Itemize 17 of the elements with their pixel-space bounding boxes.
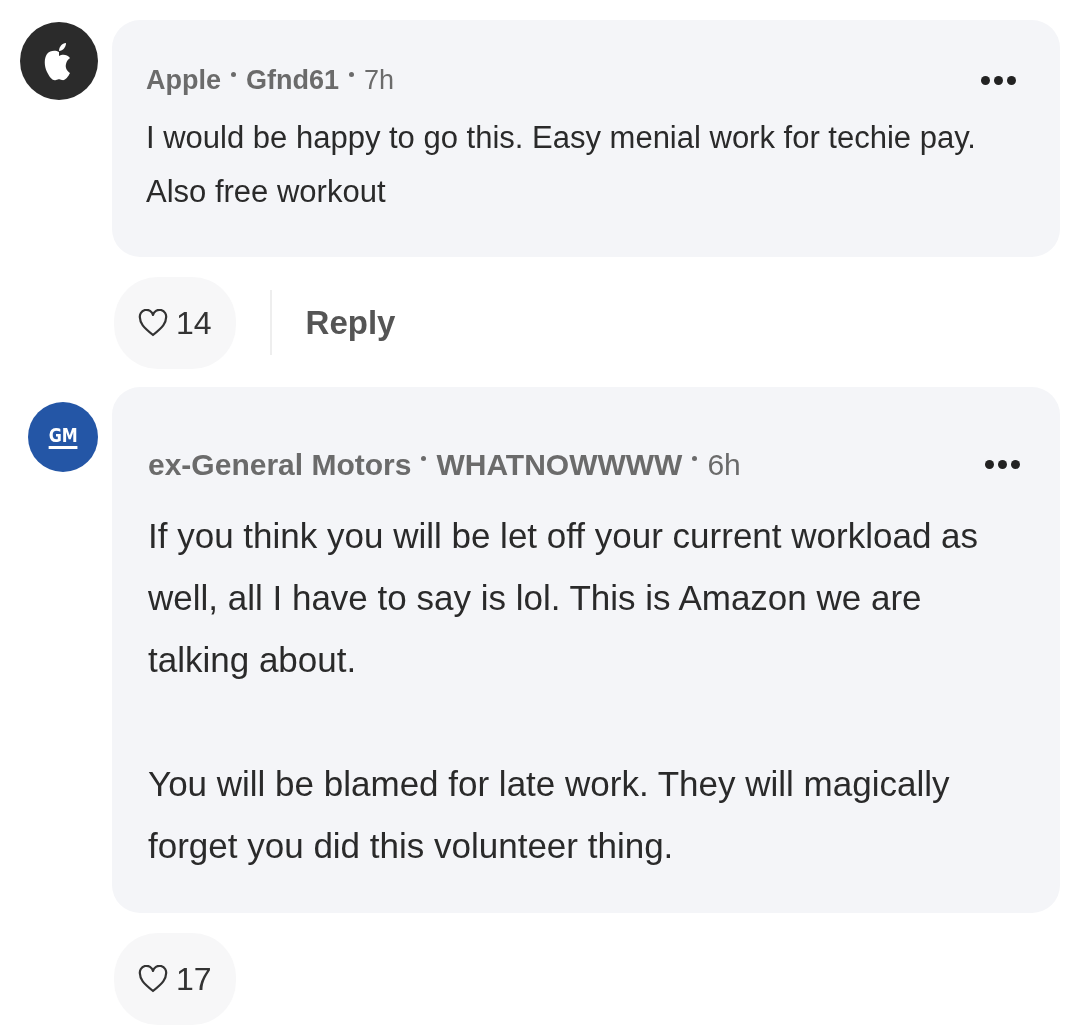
reply-button[interactable]: Reply — [269, 289, 396, 356]
heart-icon — [138, 308, 168, 337]
more-button[interactable] — [981, 75, 1016, 85]
company-name: ex-General Motors — [148, 446, 412, 483]
username: WHATNOWWWW — [436, 446, 683, 483]
company-name: Apple — [146, 64, 221, 97]
comment-text: If you think you will be let off your current workload as well, all I have to say is lol. This is Amazon we are talking about. — [148, 514, 980, 681]
comment-text: I would be happy to go this. Easy menial work for techie pay. Also free workout — [146, 118, 977, 211]
username: Gfnd61 — [246, 64, 340, 97]
heart-icon — [138, 964, 168, 993]
more-button[interactable] — [985, 459, 1020, 469]
timestamp: 6h — [707, 446, 741, 483]
comment-text: You will be blamed for late work. They will magically forget you did this volunteer thing. — [148, 762, 951, 867]
like-button[interactable]: 17 — [114, 932, 236, 1025]
logo-text: GM — [48, 424, 78, 449]
timestamp: 7h — [364, 64, 395, 97]
like-button[interactable]: 14 — [114, 276, 236, 369]
